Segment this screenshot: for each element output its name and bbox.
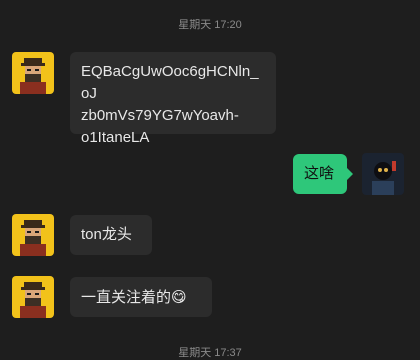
contact-avatar[interactable] xyxy=(12,52,54,94)
message-text: ton龙头 xyxy=(81,226,132,243)
message-bubble-incoming[interactable]: 一直关注着的😋 xyxy=(70,277,212,317)
timestamp: 星期天 17:20 xyxy=(178,19,242,31)
contact-avatar[interactable] xyxy=(12,276,54,318)
message-bubble-incoming[interactable]: ton龙头 xyxy=(70,215,152,255)
bubble-tail xyxy=(347,168,353,180)
yum-emoji-icon: 😋 xyxy=(171,288,187,306)
timestamp: 星期天 17:37 xyxy=(178,347,242,359)
message-text: 这啥 xyxy=(304,165,335,182)
contact-avatar[interactable] xyxy=(12,214,54,256)
message-bubble-incoming[interactable]: EQBaCgUwOoc6gHCNln_oJ zb0mVs79YG7wYoavh-… xyxy=(70,52,276,146)
message-text: 一直关注着的 xyxy=(81,289,172,306)
message-text: EQBaCgUwOoc6gHCNln_oJ zb0mVs79YG7wYoavh-… xyxy=(81,63,259,146)
my-avatar[interactable] xyxy=(362,153,404,195)
message-bubble-outgoing[interactable]: 这啥 xyxy=(293,154,347,194)
